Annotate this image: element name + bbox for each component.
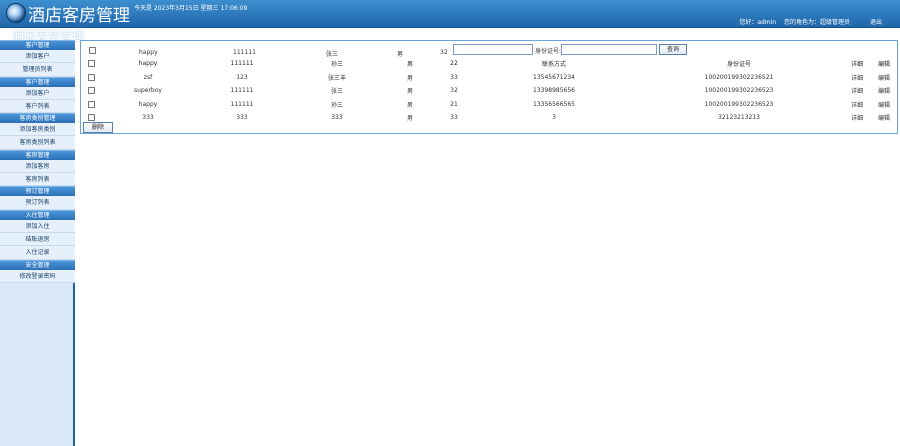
cell: zsf [143,73,153,81]
cell: 3 [552,114,556,122]
row-checkbox[interactable] [89,47,96,54]
sidebar-group-security[interactable]: 安全管理 [0,259,75,270]
sidebar-item-customer-list[interactable]: 客户列表 [0,99,75,114]
cell: 333 [331,114,343,122]
sidebar-group-booking[interactable]: 预订管理 [0,186,75,197]
edit-link[interactable]: 编辑 [871,111,897,125]
sidebar-item-add-room-type[interactable]: 添加客房类别 [0,123,75,137]
cell: happy [139,49,158,56]
sidebar-group-checkin[interactable]: 入住管理 [0,209,75,220]
sidebar-item-add-customer-2[interactable]: 添加客户 [0,86,75,100]
cell: 111111 [233,49,256,56]
id-search-input[interactable] [561,44,657,55]
cell: 男 [406,115,413,123]
detail-link[interactable]: 详细 [843,84,871,98]
role-text: 您的角色为：超级管理员 [784,19,851,26]
table-row: happy 111111 孙三 男 21 13356566565 1002001… [81,98,897,112]
cell: 333 [236,114,248,122]
row-checkbox[interactable] [87,114,95,122]
cell: 13356566565 [533,100,575,108]
cell: 32 [450,87,458,95]
detail-link[interactable]: 详细 [843,98,871,112]
column-header: 身份证号 [726,61,751,69]
detail-link[interactable]: 详细 [843,111,871,125]
welcome-text: 您好：admin [739,19,777,26]
sidebar-item-add-room[interactable]: 添加客房 [0,159,75,174]
cell: 111111 [230,87,254,95]
cell: 21 [450,100,458,108]
table-row: zsf 123 张三丰 男 33 13545671234 10020019930… [81,71,897,85]
row-checkbox[interactable] [87,73,95,81]
cell: superboy [134,87,162,95]
table-row: 333 333 333 男 33 3 32123213213 详细 编辑 [81,111,897,125]
cell: 333 [142,114,154,122]
cell: 33 [450,114,458,122]
id-label: 身份证号: [535,48,562,55]
sidebar: 客户管理 添加客户 管理员列表 客户管理 添加客户 客户列表 客房类别管理 添加… [0,40,75,446]
edit-link[interactable]: 编辑 [871,71,897,85]
sidebar-group-room-type[interactable]: 客房类别管理 [0,113,75,124]
cell: 100200199302236523 [704,87,774,95]
sidebar-group-customer[interactable]: 客户管理 [0,40,75,50]
column-header: happy [138,60,158,68]
row-checkbox[interactable] [87,87,95,95]
column-header: 详细 [850,61,863,69]
sidebar-item-add-customer[interactable]: 添加客户 [0,50,75,64]
query-button[interactable]: 查询 [659,44,687,55]
column-header: 联系方式 [541,61,566,69]
user-info: 您好：admin 您的角色为：超级管理员 退出 [733,17,882,26]
column-header: 111111 [230,60,254,68]
sidebar-item-room-list[interactable]: 客房列表 [0,173,75,187]
sidebar-item-admin-list[interactable]: 管理员列表 [0,63,75,77]
row-checkbox[interactable] [87,100,95,108]
cell: 100200199302236523 [704,100,774,108]
table-header-row: happy 111111 孙三 男 22 联系方式 身份证号 详细 编辑 [81,57,897,71]
sidebar-item-booking-list[interactable]: 预订列表 [0,196,75,210]
date-display: 今天是 2023年3月15日 星期三 17:06:09 [134,5,248,12]
app-title: 酒店客房管理 [28,6,130,26]
edit-link[interactable]: 编辑 [871,84,897,98]
cell: 13398985656 [533,87,575,95]
cell: 123 [236,73,248,81]
cell: 111111 [230,100,254,108]
cell: 男 [406,101,413,109]
column-header: 孙三 [330,61,343,69]
column-header: 22 [450,60,458,68]
sidebar-group-room[interactable]: 客房管理 [0,149,75,160]
sidebar-item-checkin-records[interactable]: 入住记录 [0,246,75,260]
delete-button[interactable]: 删除 [83,122,113,133]
sidebar-item-room-type-list[interactable]: 客房类别列表 [0,136,75,150]
sidebar-item-checkout[interactable]: 结账退房 [0,232,75,247]
main-panel: happy 111111 张三 男 32 身份证号: 查询 happy 1111… [80,40,898,134]
cell: happy [138,100,158,108]
detail-link[interactable]: 详细 [843,71,871,85]
sidebar-item-add-checkin[interactable]: 添加入住 [0,219,75,233]
cell: 13545671234 [533,73,575,81]
cell: 张三 [330,88,343,96]
logo-icon [6,3,26,23]
cell: 32123213213 [718,114,760,122]
column-header: 男 [406,61,413,69]
cell: 32 [440,49,448,56]
table-row: superboy 111111 张三 男 32 13398985656 1002… [81,84,897,98]
cell: 张三丰 [327,74,346,82]
cell: 100200199302236521 [704,73,774,81]
logout-link[interactable]: 退出 [870,19,882,26]
cell: 33 [450,73,458,81]
select-all-checkbox[interactable] [87,60,95,68]
edit-link[interactable]: 编辑 [871,98,897,112]
guest-table: happy 111111 孙三 男 22 联系方式 身份证号 详细 编辑 zsf… [81,57,897,125]
sidebar-group-customer-2[interactable]: 客户管理 [0,76,75,87]
name-search-input[interactable] [453,44,533,55]
top-header: 酒店客房管理 今天是 2023年3月15日 星期三 17:06:09 您好：ad… [0,0,900,28]
cell: 男 [406,74,413,82]
column-header: 编辑 [877,61,890,69]
sidebar-item-change-password[interactable]: 修改登录密码 [0,269,75,283]
cell: 孙三 [330,101,343,109]
cell: 男 [406,88,413,96]
